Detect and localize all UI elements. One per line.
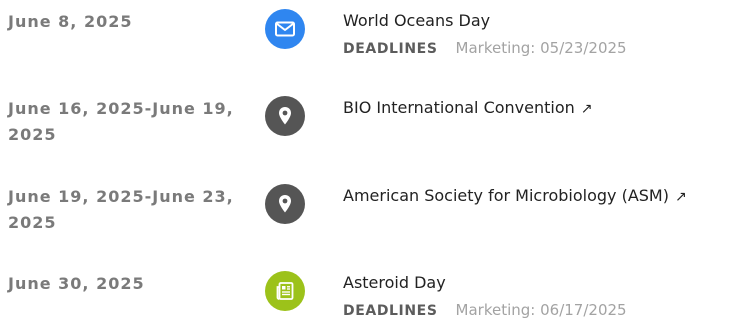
deadline-detail: Marketing: 05/23/2025: [455, 39, 627, 57]
deadline-type: DEADLINES: [343, 303, 438, 319]
event-title: American Society for Microbiology (ASM): [343, 186, 669, 205]
event-details: Asteroid Day DEADLINES Marketing: 06/17/2…: [343, 271, 747, 322]
event-title-link[interactable]: BIO International Convention ↗: [343, 96, 747, 121]
external-link-icon: ↗: [674, 189, 687, 205]
event-deadline: DEADLINES Marketing: 05/23/2025: [343, 37, 747, 60]
deadline-type: DEADLINES: [343, 41, 438, 57]
external-link-icon: ↗: [580, 101, 593, 117]
event-date: June 19, 2025-June 23, 2025: [8, 187, 234, 232]
deadline-detail: Marketing: 06/17/2025: [455, 301, 627, 319]
event-title: BIO International Convention: [343, 98, 575, 117]
event-details: World Oceans Day DEADLINES Marketing: 05/…: [343, 9, 747, 60]
event-date: June 16, 2025-June 19, 2025: [8, 99, 234, 144]
event-title: World Oceans Day: [343, 11, 491, 30]
event-details: American Society for Microbiology (ASM) ↗: [343, 184, 747, 209]
event-date: June 8, 2025: [8, 12, 133, 31]
event-title-link[interactable]: American Society for Microbiology (ASM) ↗: [343, 184, 747, 209]
envelope-icon: [265, 9, 305, 49]
event-title: Asteroid Day: [343, 273, 446, 292]
event-date: June 30, 2025: [8, 274, 145, 293]
newspaper-icon: [265, 271, 305, 311]
location-pin-icon: [265, 96, 305, 136]
event-deadline: DEADLINES Marketing: 06/17/2025: [343, 299, 747, 322]
location-pin-icon: [265, 184, 305, 224]
event-details: BIO International Convention ↗: [343, 96, 747, 121]
